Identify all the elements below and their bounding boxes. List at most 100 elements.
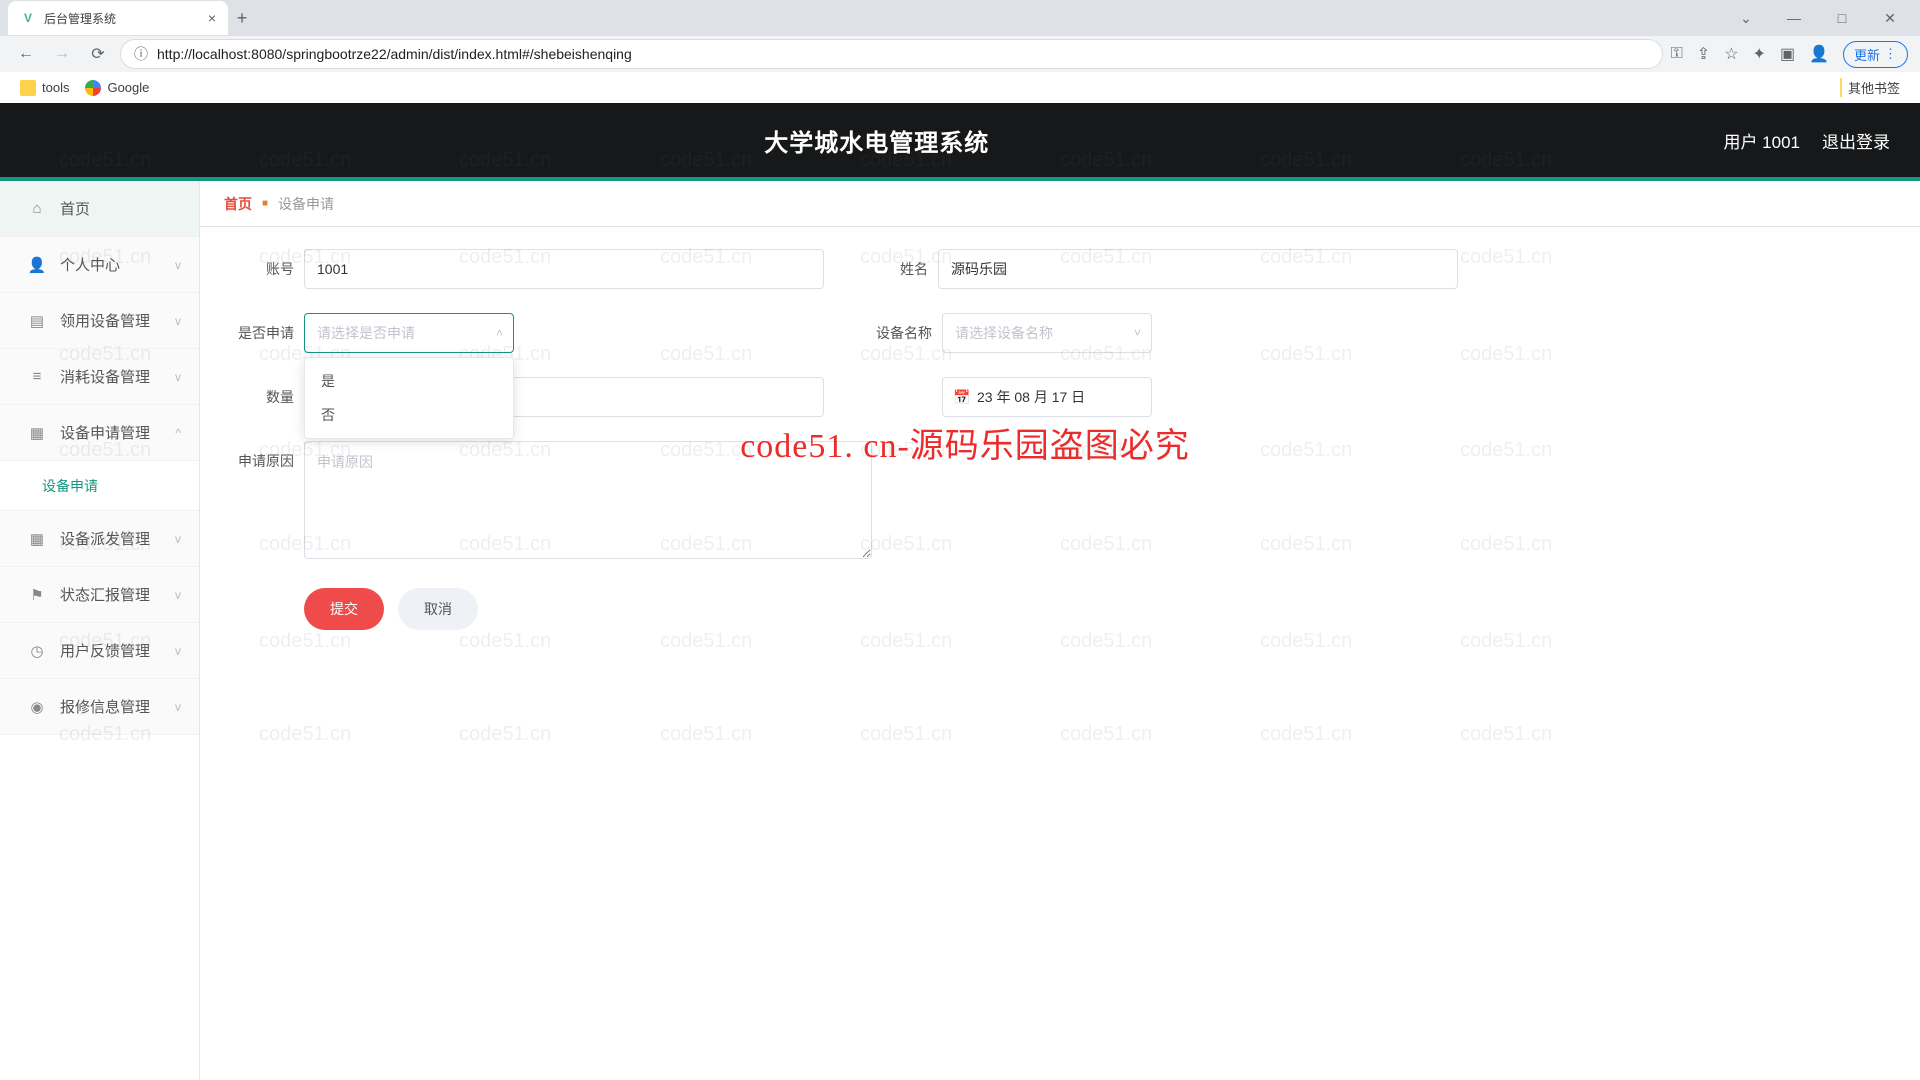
- clock-icon: ◷: [28, 642, 46, 660]
- star-icon[interactable]: ☆: [1724, 44, 1738, 64]
- chevron-down-icon: ˅: [1134, 326, 1141, 340]
- apply-select[interactable]: 请选择是否申请 ˄: [304, 313, 514, 353]
- sidebar-item-label: 用户反馈管理: [60, 640, 150, 661]
- form-area: 账号 姓名 是否申请 请选择是否申请 ˄: [200, 227, 1920, 652]
- sidebar: ⌂ 首页 👤 个人中心 v ▤ 领用设备管理 v ≡ 消耗设备管理 v ▦ 设备…: [0, 181, 200, 1080]
- maximize-icon[interactable]: □: [1820, 3, 1864, 33]
- sidebar-item-label: 个人中心: [60, 254, 120, 275]
- bookmark-tools[interactable]: tools: [20, 80, 69, 96]
- browser-tab[interactable]: V 后台管理系统 ×: [8, 1, 228, 35]
- sidebar-item-label: 报修信息管理: [60, 696, 150, 717]
- sidebar-item-apply[interactable]: ▦ 设备申请管理 ^: [0, 405, 199, 461]
- chevron-down-icon[interactable]: ⌄: [1724, 3, 1768, 33]
- user-icon: 👤: [28, 256, 46, 274]
- close-window-icon[interactable]: ✕: [1868, 3, 1912, 33]
- chevron-down-icon: v: [175, 370, 181, 384]
- home-icon: ⌂: [28, 200, 46, 218]
- app-root: 大学城水电管理系统 用户 1001 退出登录 ⌂ 首页 👤 个人中心 v ▤ 领…: [0, 103, 1920, 1080]
- vue-favicon: V: [20, 10, 36, 26]
- sidebar-item-label: 状态汇报管理: [60, 584, 150, 605]
- app-title: 大学城水电管理系统: [30, 123, 1723, 158]
- sidebar-item-consume[interactable]: ≡ 消耗设备管理 v: [0, 349, 199, 405]
- sidebar-item-home[interactable]: ⌂ 首页: [0, 181, 199, 237]
- site-info-icon[interactable]: ⓘ: [133, 44, 149, 64]
- breadcrumb-home[interactable]: 首页: [224, 194, 252, 214]
- sidebar-item-status[interactable]: ⚑ 状态汇报管理 v: [0, 567, 199, 623]
- grid-icon: ▦: [28, 424, 46, 442]
- calendar-icon: 📅: [953, 389, 970, 406]
- grid-icon: ▦: [28, 530, 46, 548]
- date-input[interactable]: 📅 23 年 08 月 17 日: [942, 377, 1152, 417]
- cancel-button[interactable]: 取消: [398, 588, 478, 630]
- sidepanel-icon[interactable]: ▣: [1780, 44, 1795, 64]
- apply-placeholder: 请选择是否申请: [317, 323, 415, 343]
- other-bookmarks[interactable]: 其他书签: [1840, 78, 1900, 97]
- chevron-down-icon: v: [175, 258, 181, 272]
- chevron-down-icon: v: [175, 532, 181, 546]
- password-key-icon[interactable]: ⚿: [1671, 45, 1683, 63]
- apply-dropdown: 是 否: [304, 357, 514, 439]
- url-text: http://localhost:8080/springbootrze22/ad…: [157, 46, 632, 62]
- sidebar-item-label: 领用设备管理: [60, 310, 150, 331]
- account-label: 账号: [230, 259, 294, 279]
- share-icon[interactable]: ⇪: [1697, 44, 1710, 64]
- date-value: 23 年 08 月 17 日: [977, 387, 1085, 407]
- chevron-down-icon: v: [175, 700, 181, 714]
- apply-label: 是否申请: [230, 323, 294, 343]
- header-user-label: 用户 1001: [1723, 128, 1800, 153]
- device-label: 设备名称: [864, 323, 932, 343]
- server-icon: ▤: [28, 312, 46, 330]
- sidebar-item-receive[interactable]: ▤ 领用设备管理 v: [0, 293, 199, 349]
- address-bar-row: ← → ⟳ ⓘ http://localhost:8080/springboot…: [0, 36, 1920, 72]
- name-input[interactable]: [938, 249, 1458, 289]
- extensions-icon[interactable]: ✦: [1753, 44, 1766, 64]
- reason-textarea[interactable]: [304, 441, 872, 559]
- sidebar-item-dispatch[interactable]: ▦ 设备派发管理 v: [0, 511, 199, 567]
- bulb-icon: ◉: [28, 698, 46, 716]
- breadcrumb: 首页 ■ 设备申请: [200, 181, 1920, 227]
- chevron-up-icon: ˄: [496, 326, 503, 340]
- chevron-down-icon: v: [175, 588, 181, 602]
- breadcrumb-sep-icon: ■: [262, 198, 268, 209]
- apply-option-no[interactable]: 否: [305, 398, 513, 432]
- tab-title: 后台管理系统: [44, 10, 116, 27]
- sidebar-item-profile[interactable]: 👤 个人中心 v: [0, 237, 199, 293]
- sidebar-item-repair[interactable]: ◉ 报修信息管理 v: [0, 679, 199, 735]
- folder-icon: [20, 80, 36, 96]
- device-placeholder: 请选择设备名称: [955, 323, 1053, 343]
- browser-update-button[interactable]: 更新⋮: [1843, 41, 1908, 68]
- profile-icon[interactable]: 👤: [1809, 44, 1829, 64]
- window-controls: ⌄ — □ ✕: [1724, 3, 1912, 33]
- sidebar-item-label: 首页: [60, 198, 90, 219]
- google-icon: [85, 80, 101, 96]
- chevron-down-icon: v: [175, 644, 181, 658]
- forward-button[interactable]: →: [48, 40, 76, 68]
- apply-option-yes[interactable]: 是: [305, 364, 513, 398]
- sidebar-item-label: 设备申请管理: [60, 422, 150, 443]
- logout-link[interactable]: 退出登录: [1822, 128, 1890, 153]
- account-input[interactable]: [304, 249, 824, 289]
- back-button[interactable]: ←: [12, 40, 40, 68]
- bookmarks-bar: tools Google 其他书签: [0, 72, 1920, 103]
- new-tab-button[interactable]: +: [228, 8, 256, 29]
- minimize-icon[interactable]: —: [1772, 3, 1816, 33]
- chevron-up-icon: ^: [175, 426, 181, 440]
- flag-icon: ⚑: [28, 586, 46, 604]
- content-area: 首页 ■ 设备申请 账号 姓名 是否申请: [200, 181, 1920, 1080]
- bookmark-google[interactable]: Google: [85, 80, 149, 96]
- qty-label: 数量: [230, 387, 294, 407]
- reason-label: 申请原因: [230, 441, 294, 471]
- app-header: 大学城水电管理系统 用户 1001 退出登录: [0, 103, 1920, 181]
- sidebar-item-label: 消耗设备管理: [60, 366, 150, 387]
- close-tab-icon[interactable]: ×: [208, 10, 216, 26]
- url-bar[interactable]: ⓘ http://localhost:8080/springbootrze22/…: [120, 39, 1663, 69]
- breadcrumb-current: 设备申请: [278, 194, 334, 214]
- name-label: 姓名: [864, 259, 928, 279]
- browser-tabs-row: V 后台管理系统 × + ⌄ — □ ✕: [0, 0, 1920, 36]
- chevron-down-icon: v: [175, 314, 181, 328]
- device-select[interactable]: 请选择设备名称 ˅: [942, 313, 1152, 353]
- sidebar-item-feedback[interactable]: ◷ 用户反馈管理 v: [0, 623, 199, 679]
- reload-button[interactable]: ⟳: [84, 40, 112, 68]
- submit-button[interactable]: 提交: [304, 588, 384, 630]
- sidebar-sub-apply[interactable]: 设备申请: [0, 461, 199, 511]
